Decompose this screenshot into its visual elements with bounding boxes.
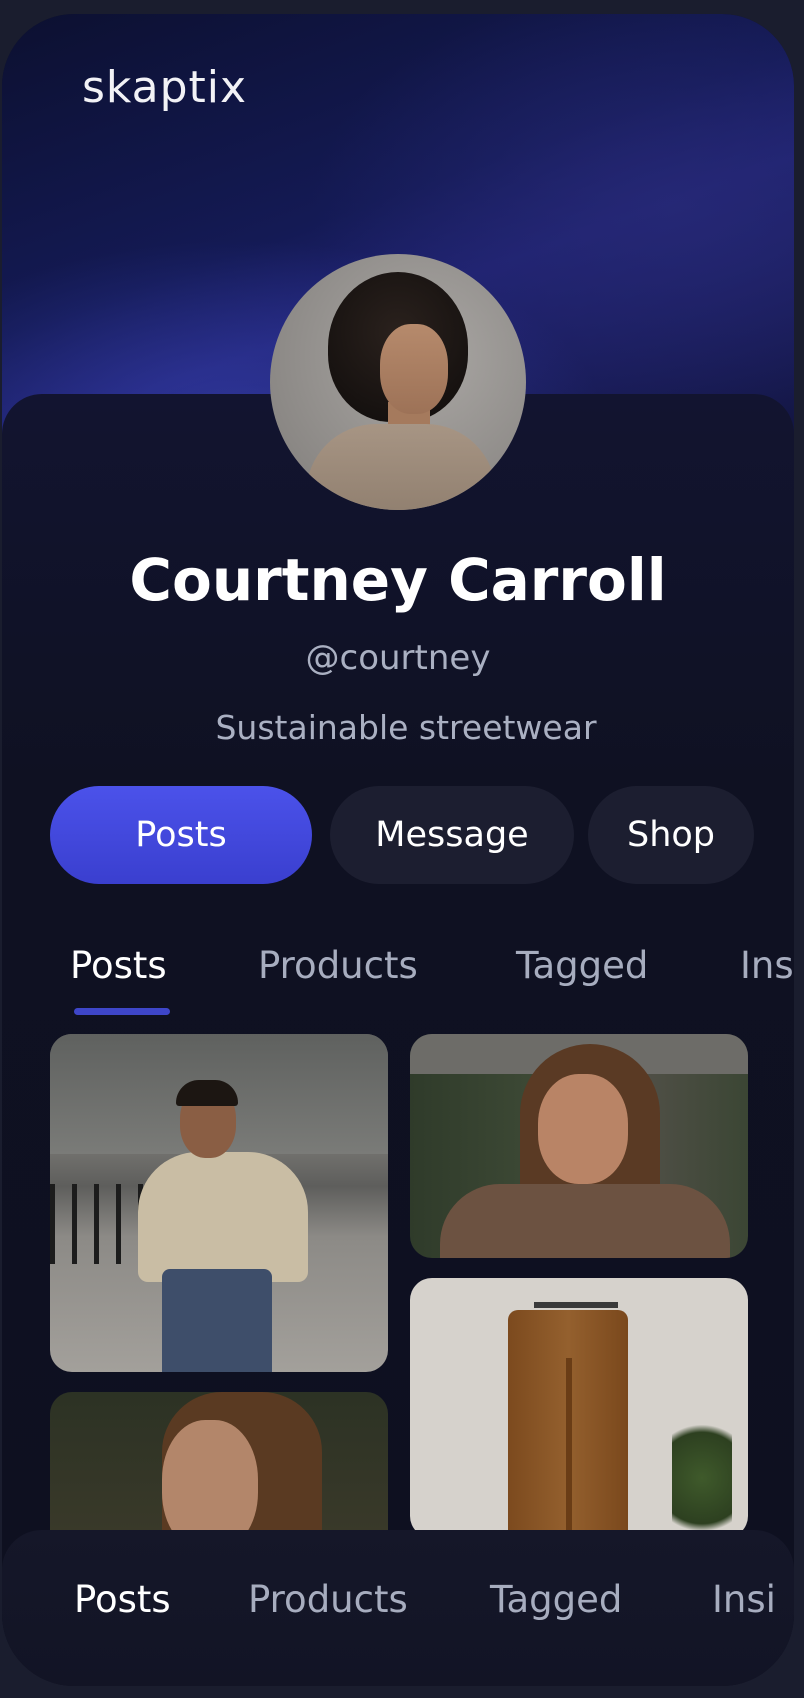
tab-insights[interactable]: Ins (740, 944, 794, 987)
post-tile[interactable] (50, 1392, 388, 1552)
bottom-tab-products[interactable]: Products (248, 1578, 408, 1621)
avatar[interactable] (270, 254, 526, 510)
post-tile[interactable] (410, 1034, 748, 1258)
phone-frame: skaptix Courtney Carroll @courtney Susta… (2, 14, 794, 1686)
profile-bio: Sustainable streetwear (215, 708, 597, 747)
bottom-tab-tagged[interactable]: Tagged (490, 1578, 622, 1621)
post-tile[interactable] (50, 1034, 388, 1372)
bottom-tab-bar: Posts Products Tagged Insi (2, 1530, 794, 1686)
bottom-tab-insights[interactable]: Insi (712, 1578, 776, 1621)
bottom-tab-posts[interactable]: Posts (74, 1578, 171, 1621)
profile-tabs: Posts Products Tagged Ins (2, 934, 794, 1015)
shop-button[interactable]: Shop (588, 786, 754, 884)
active-tab-indicator (74, 1008, 170, 1015)
tab-products[interactable]: Products (258, 944, 418, 987)
post-tile[interactable] (410, 1278, 748, 1538)
posts-button[interactable]: Posts (50, 786, 312, 884)
tab-posts[interactable]: Posts (70, 944, 167, 987)
tab-tagged[interactable]: Tagged (516, 944, 648, 987)
profile-name: Courtney Carroll (129, 546, 667, 614)
app-logo[interactable]: skaptix (82, 62, 247, 113)
message-button[interactable]: Message (330, 786, 574, 884)
profile-handle: @courtney (305, 638, 491, 678)
